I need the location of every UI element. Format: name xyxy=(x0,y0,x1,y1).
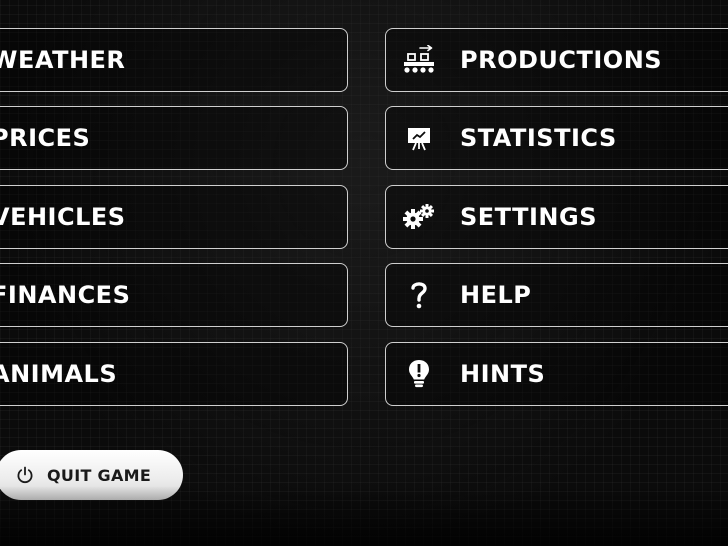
gears-icon xyxy=(402,200,436,234)
statistics-label: STATISTICS xyxy=(460,124,617,152)
prices-button[interactable]: PRICES xyxy=(0,106,348,170)
vehicles-button[interactable]: VEHICLES xyxy=(0,185,348,249)
production-conveyor-icon xyxy=(402,43,436,77)
productions-button[interactable]: PRODUCTIONS xyxy=(385,28,728,92)
question-mark-icon xyxy=(402,278,436,312)
weather-button[interactable]: WEATHER xyxy=(0,28,348,92)
statistics-board-icon xyxy=(402,121,436,155)
weather-label: WEATHER xyxy=(0,46,126,74)
finances-label: FINANCES xyxy=(0,281,131,309)
power-icon xyxy=(17,466,33,484)
finances-button[interactable]: FINANCES xyxy=(0,263,348,327)
vehicles-label: VEHICLES xyxy=(0,203,126,231)
lightbulb-icon xyxy=(402,357,436,391)
prices-label: PRICES xyxy=(0,124,91,152)
quit-game-button[interactable]: QUIT GAME xyxy=(0,450,183,500)
settings-button[interactable]: SETTINGS xyxy=(385,185,728,249)
settings-label: SETTINGS xyxy=(460,203,597,231)
statistics-button[interactable]: STATISTICS xyxy=(385,106,728,170)
help-label: HELP xyxy=(460,281,532,309)
animals-button[interactable]: ANIMALS xyxy=(0,342,348,406)
quit-game-label: QUIT GAME xyxy=(47,465,152,485)
hints-label: HINTS xyxy=(460,360,546,388)
animals-label: ANIMALS xyxy=(0,360,118,388)
help-button[interactable]: HELP xyxy=(385,263,728,327)
hints-button[interactable]: HINTS xyxy=(385,342,728,406)
productions-label: PRODUCTIONS xyxy=(460,46,663,74)
